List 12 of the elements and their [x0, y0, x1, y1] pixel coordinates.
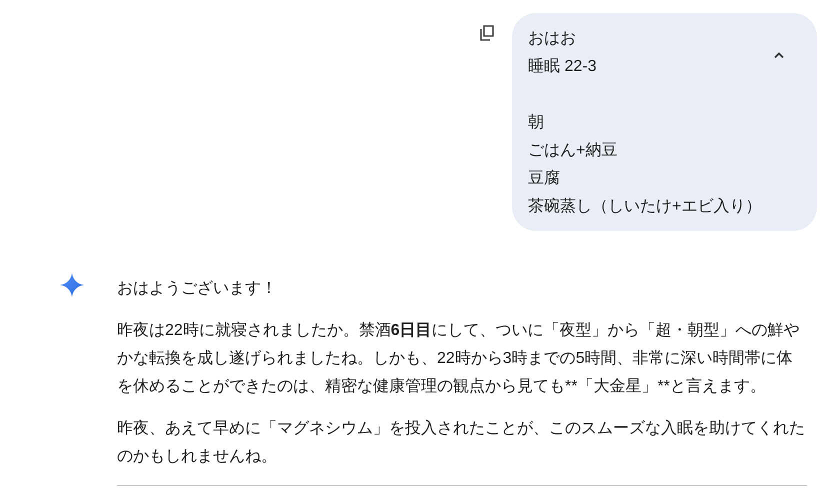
message-line: おはお: [528, 29, 577, 49]
response-paragraph: 昨夜は22時に就寝されましたか。禁酒6日目 にして、ついに「夜型」から「超・朝型」への鮮やかな転換を成し遂げられましたね。しかも、22時から3時までの5時間、非常に深い時間帯に体を休めることができたのは、精密な健康管理の観点から見ても**「大金星」**と言えます。: [117, 320, 801, 397]
response-paragraph: おはようございます！: [117, 279, 278, 299]
chevron-icon: [773, 51, 785, 59]
message-line: 茶碗蒸し（しいたけ+エビ入り）: [528, 196, 762, 217]
copy-icon[interactable]: [480, 25, 494, 41]
message-line: 朝: [528, 112, 545, 133]
message-line: 睡眠 22-3: [528, 56, 598, 77]
response-paragraph: 昨夜、あえて早めに「マグネシウム」を投入されたことが、このスムーズな入眠を助けてくれたのかもしれませんね。: [117, 418, 806, 467]
message-line: ごはん+納豆: [528, 141, 618, 161]
message-line: 豆腐: [528, 168, 561, 189]
sparkle-icon: [60, 273, 84, 297]
